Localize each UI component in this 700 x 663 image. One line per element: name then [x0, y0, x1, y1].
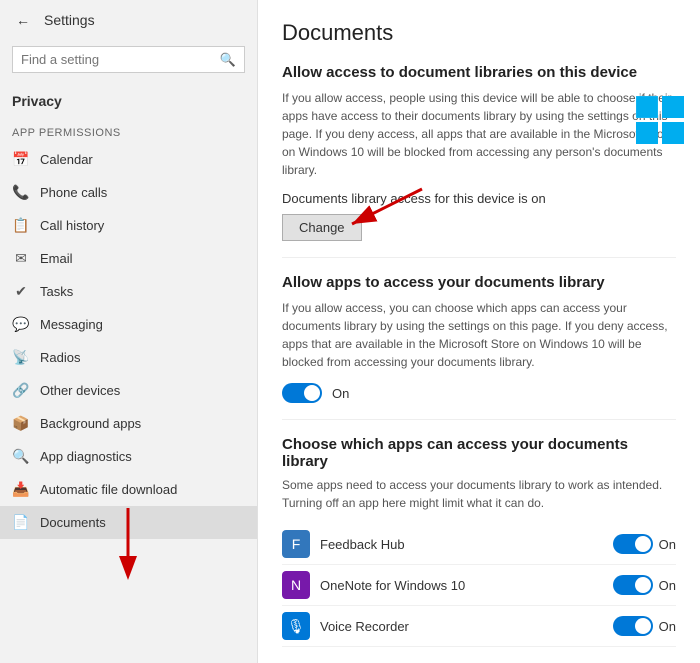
section-divider-2	[282, 419, 676, 420]
apps-access-toggle-label: On	[332, 386, 349, 401]
sidebar-label-phone-calls: Phone calls	[40, 185, 107, 200]
section3-title: Choose which apps can access your docume…	[282, 436, 676, 470]
documents-icon: 📄	[12, 514, 30, 531]
sidebar-item-messaging[interactable]: 💬 Messaging	[0, 308, 257, 341]
voice-recorder-icon: 🎙	[282, 612, 310, 640]
sidebar-label-call-history: Call history	[40, 218, 104, 233]
messaging-icon: 💬	[12, 316, 30, 333]
windows-logo	[634, 94, 686, 146]
app-row-onenote: N OneNote for Windows 10 On	[282, 565, 676, 606]
email-icon: ✉	[12, 250, 30, 267]
onenote-name: OneNote for Windows 10	[320, 578, 603, 593]
onenote-icon: N	[282, 571, 310, 599]
settings-title: Settings	[44, 12, 95, 28]
sidebar-label-email: Email	[40, 251, 73, 266]
sidebar-label-messaging: Messaging	[40, 317, 103, 332]
voice-recorder-toggle[interactable]	[613, 616, 653, 636]
background-apps-icon: 📦	[12, 415, 30, 432]
sidebar: ← Settings 🔍 Privacy App permissions 📅 Ca…	[0, 0, 258, 663]
feedback-hub-toggle-label: On	[659, 537, 676, 552]
sidebar-label-auto-file-download: Automatic file download	[40, 482, 177, 497]
apps-list: F Feedback Hub On N OneNote for Windows …	[282, 524, 676, 647]
windows-logo-area	[634, 94, 686, 149]
other-devices-icon: 🔗	[12, 382, 30, 399]
sidebar-item-other-devices[interactable]: 🔗 Other devices	[0, 374, 257, 407]
app-row-voice-recorder: 🎙 Voice Recorder On	[282, 606, 676, 647]
onenote-toggle-label: On	[659, 578, 676, 593]
section3-desc: Some apps need to access your documents …	[282, 476, 676, 512]
sidebar-item-phone-calls[interactable]: 📞 Phone calls	[0, 176, 257, 209]
sidebar-item-call-history[interactable]: 📋 Call history	[0, 209, 257, 242]
change-button[interactable]: Change	[282, 214, 362, 241]
main-content: Documents Allow access to document libra…	[258, 0, 700, 663]
sidebar-item-radios[interactable]: 📡 Radios	[0, 341, 257, 374]
sidebar-top: ← Settings	[0, 0, 257, 40]
sidebar-item-app-diagnostics[interactable]: 🔍 App diagnostics	[0, 440, 257, 473]
sidebar-label-other-devices: Other devices	[40, 383, 120, 398]
sidebar-item-email[interactable]: ✉ Email	[0, 242, 257, 275]
sidebar-label-app-diagnostics: App diagnostics	[40, 449, 132, 464]
phone-calls-icon: 📞	[12, 184, 30, 201]
onenote-toggle-row: On	[613, 575, 676, 595]
app-row-feedback-hub: F Feedback Hub On	[282, 524, 676, 565]
feedback-hub-toggle-row: On	[613, 534, 676, 554]
section-divider-1	[282, 257, 676, 258]
sidebar-label-radios: Radios	[40, 350, 80, 365]
tasks-icon: ✔	[12, 283, 30, 300]
back-button[interactable]: ←	[12, 10, 34, 30]
voice-recorder-toggle-label: On	[659, 619, 676, 634]
feedback-hub-toggle[interactable]	[613, 534, 653, 554]
sidebar-label-background-apps: Background apps	[40, 416, 141, 431]
onenote-toggle[interactable]	[613, 575, 653, 595]
sidebar-item-tasks[interactable]: ✔ Tasks	[0, 275, 257, 308]
sidebar-item-auto-file-download[interactable]: 📥 Automatic file download	[0, 473, 257, 506]
search-input[interactable]	[13, 47, 212, 72]
feedback-hub-name: Feedback Hub	[320, 537, 603, 552]
radios-icon: 📡	[12, 349, 30, 366]
sidebar-label-tasks: Tasks	[40, 284, 73, 299]
device-access-label: Documents library access for this device…	[282, 191, 676, 206]
section2-desc: If you allow access, you can choose whic…	[282, 299, 676, 371]
sidebar-nav: 📅 Calendar 📞 Phone calls 📋 Call history ✉ Email…	[0, 143, 257, 539]
sidebar-item-background-apps[interactable]: 📦 Background apps	[0, 407, 257, 440]
section2-title: Allow apps to access your documents libr…	[282, 274, 676, 291]
app-diagnostics-icon: 🔍	[12, 448, 30, 465]
auto-file-download-icon: 📥	[12, 481, 30, 498]
call-history-icon: 📋	[12, 217, 30, 234]
app-permissions-label: App permissions	[0, 115, 257, 143]
sidebar-label-calendar: Calendar	[40, 152, 93, 167]
voice-recorder-name: Voice Recorder	[320, 619, 603, 634]
section1-desc: If you allow access, people using this d…	[282, 89, 676, 179]
section1-title: Allow access to document libraries on th…	[282, 64, 676, 81]
search-icon-button[interactable]: 🔍	[212, 48, 244, 72]
voice-recorder-toggle-row: On	[613, 616, 676, 636]
sidebar-item-calendar[interactable]: 📅 Calendar	[0, 143, 257, 176]
calendar-icon: 📅	[12, 151, 30, 168]
apps-access-toggle[interactable]	[282, 383, 322, 403]
apps-access-toggle-row: On	[282, 383, 676, 403]
feedback-hub-icon: F	[282, 530, 310, 558]
sidebar-item-documents[interactable]: 📄 Documents	[0, 506, 257, 539]
privacy-label: Privacy	[0, 79, 257, 115]
page-title: Documents	[282, 20, 676, 46]
sidebar-label-documents: Documents	[40, 515, 106, 530]
search-box: 🔍	[12, 46, 245, 73]
